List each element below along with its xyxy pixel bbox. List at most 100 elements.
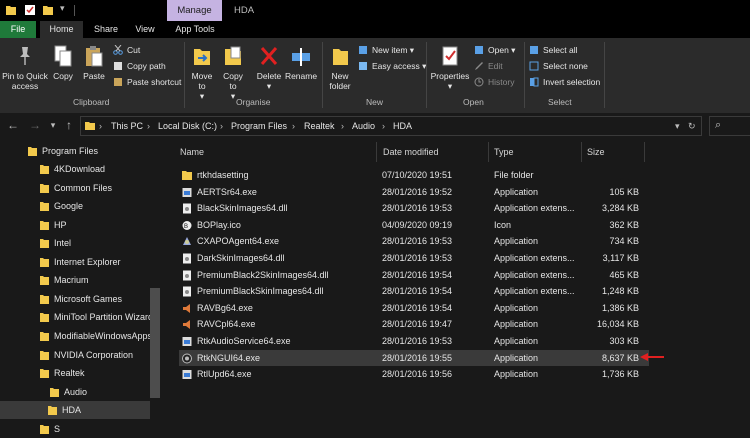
properties-icon — [439, 44, 461, 68]
refresh-icon[interactable]: ↻ — [688, 117, 696, 135]
tab-file[interactable]: File — [0, 21, 36, 38]
edit-button[interactable]: Edit — [474, 59, 503, 73]
file-row[interactable]: rtkhdasetting 07/10/2020 19:51 File folder — [179, 167, 649, 184]
rename-button[interactable]: Rename — [285, 44, 317, 81]
paste-button[interactable]: Paste — [79, 44, 109, 81]
cut-button[interactable]: Cut — [113, 43, 140, 57]
search-input[interactable]: ⌕ — [709, 116, 750, 136]
column-separator[interactable] — [581, 142, 582, 162]
easy-access-label: Easy access — [372, 61, 420, 71]
properties-icon[interactable] — [24, 4, 36, 16]
select-none-button[interactable]: Select none — [529, 59, 588, 73]
folder-icon — [40, 258, 49, 267]
file-row[interactable]: RtkAudioService64.exe 28/01/2016 19:53 App… — [179, 333, 649, 350]
file-type: Application — [494, 336, 539, 346]
file-row[interactable]: PremiumBlack2SkinImages64.dll 28/01/2016 … — [179, 267, 649, 284]
paste-shortcut-button[interactable]: Paste shortcut — [113, 75, 181, 89]
up-arrow-icon[interactable]: ↑ — [61, 117, 77, 133]
nav-scrollbar[interactable] — [150, 288, 160, 398]
file-row[interactable]: RtlUpd64.exe 28/01/2016 19:56 Application 1… — [179, 366, 649, 383]
address-bar[interactable]: › This PC › Local Disk (C:) › Program Fi… — [80, 116, 702, 136]
file-size: 303 KB — [609, 336, 639, 346]
delete-button[interactable]: Delete ▾ — [254, 44, 284, 91]
column-header-date[interactable]: Date modified — [383, 143, 439, 161]
new-folder-icon — [329, 44, 351, 68]
tab-manage[interactable]: Manage — [167, 0, 222, 21]
breadcrumb-hda[interactable]: HDA — [393, 117, 412, 135]
edit-label: Edit — [488, 61, 503, 71]
file-row[interactable]: RAVBg64.exe 28/01/2016 19:54 Application 1,… — [179, 300, 649, 317]
folder-icon — [50, 388, 59, 397]
breadcrumb-realtek[interactable]: Realtek — [304, 117, 335, 135]
forward-arrow-icon[interactable]: → — [27, 117, 43, 133]
file-row[interactable]: AERTSr64.exe 28/01/2016 19:52 Application 1… — [179, 184, 649, 201]
organise-group-label: Organise — [236, 97, 271, 107]
file-size — [579, 167, 639, 184]
customize-quick-access-icon[interactable]: ▾ — [60, 3, 65, 14]
easy-access-button[interactable]: Easy access ▾ — [358, 59, 426, 73]
copy-to-button[interactable]: Copy to ▾ — [219, 44, 247, 101]
address-dropdown-icon[interactable]: ▾ — [675, 117, 680, 135]
file-name: AERTSr64.exe — [197, 186, 257, 197]
tab-home[interactable]: Home — [40, 21, 83, 38]
file-row[interactable]: RtkNGUI64.exe 28/01/2016 19:55 Application… — [179, 349, 649, 367]
invert-selection-button[interactable]: Invert selection — [529, 75, 600, 89]
file-type: Application — [494, 302, 539, 313]
app-icon — [182, 337, 192, 346]
select-all-label: Select all — [543, 45, 578, 55]
tab-app-tools[interactable]: App Tools — [168, 21, 222, 38]
nav-item-label: S — [54, 424, 61, 434]
breadcrumb-separator-icon: › — [99, 121, 102, 131]
recent-locations-icon[interactable]: ▾ — [45, 117, 61, 133]
pin-to-quick-access-button[interactable]: Pin to Quick access — [2, 44, 48, 91]
separator — [604, 42, 605, 108]
file-name: RtkNGUI64.exe — [197, 352, 261, 363]
scissors-icon — [113, 45, 123, 55]
column-header-name[interactable]: Name — [180, 143, 204, 161]
new-item-button[interactable]: New item ▾ — [358, 43, 414, 57]
speaker-icon — [183, 303, 190, 313]
file-row[interactable]: RAVCpl64.exe 28/01/2016 19:47 Application 1… — [179, 316, 649, 333]
new-folder-icon[interactable] — [42, 4, 54, 16]
window-title: HDA — [234, 5, 255, 16]
dropdown-arrow-icon: ▾ — [230, 91, 236, 101]
new-folder-button[interactable]: New folder — [326, 44, 354, 91]
breadcrumb-audio[interactable]: Audio — [352, 117, 375, 135]
nav-item-label: Internet Explorer — [54, 257, 121, 267]
column-separator[interactable] — [376, 142, 377, 162]
breadcrumb-program-files[interactable]: Program Files — [231, 117, 287, 135]
file-row[interactable]: DarkSkinImages64.dll 28/01/2016 19:53 Appl… — [179, 250, 649, 267]
dropdown-arrow-icon: ▾ — [447, 81, 453, 91]
select-all-button[interactable]: Select all — [529, 43, 578, 57]
column-header-type[interactable]: Type — [494, 143, 514, 161]
copy-button[interactable]: Copy — [49, 44, 77, 81]
file-name: RtlUpd64.exe — [197, 369, 252, 380]
file-row[interactable]: PremiumBlackSkinImages64.dll 28/01/2016 1… — [179, 283, 649, 300]
ribbon-tabs: File Home Share View App Tools — [0, 21, 750, 38]
open-label: Open — [488, 45, 509, 55]
copy-path-button[interactable]: Copy path — [113, 59, 166, 73]
folder-icon — [40, 369, 49, 378]
properties-button[interactable]: Properties ▾ — [429, 44, 471, 91]
column-separator[interactable] — [644, 142, 645, 162]
dropdown-arrow-icon: ▾ — [266, 81, 272, 91]
column-separator[interactable] — [488, 142, 489, 162]
breadcrumb-this-pc[interactable]: This PC — [111, 117, 143, 135]
tab-view[interactable]: View — [129, 21, 161, 38]
column-header-size[interactable]: Size — [587, 143, 605, 161]
nav-item[interactable]: HDA — [0, 401, 150, 419]
back-arrow-icon[interactable]: ← — [5, 117, 21, 133]
file-row[interactable]: BlackSkinImages64.dll 28/01/2016 19:53 App… — [179, 200, 649, 217]
dll-icon — [183, 270, 191, 281]
move-to-button[interactable]: Move to ▾ — [188, 44, 216, 101]
open-button[interactable]: Open ▾ — [474, 43, 515, 57]
file-row[interactable]: B BOPlay.ico 04/09/2020 09:19 Icon 362 KB — [179, 217, 649, 234]
history-button[interactable]: History — [474, 75, 514, 89]
file-row[interactable]: CXAPOAgent64.exe 28/01/2016 19:53 Applicat… — [179, 233, 649, 250]
file-type: Application extens... — [494, 286, 575, 297]
tab-share[interactable]: Share — [88, 21, 124, 38]
new-item-icon — [359, 46, 367, 54]
gui-icon — [182, 353, 192, 364]
breadcrumb-local-disk[interactable]: Local Disk (C:) — [158, 117, 217, 135]
agent-icon — [183, 237, 191, 246]
